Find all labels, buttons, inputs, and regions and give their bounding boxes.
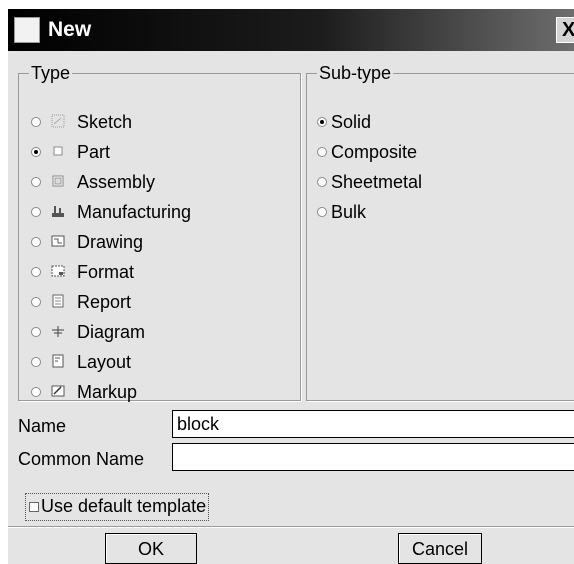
title-bar[interactable]: New X: [8, 9, 574, 51]
common-name-input[interactable]: [172, 443, 574, 471]
sketch-icon: [51, 114, 65, 128]
radio-button[interactable]: [31, 297, 41, 307]
checkbox-box[interactable]: [29, 502, 39, 512]
subtype-option-label: Bulk: [331, 202, 367, 222]
use-default-template-checkbox[interactable]: Use default template: [25, 493, 210, 521]
subtype-legend: Sub-type: [319, 63, 392, 83]
radio-button[interactable]: [31, 387, 41, 397]
diagram-icon: [51, 324, 65, 338]
type-option-label: Markup: [77, 382, 138, 402]
type-legend: Type: [31, 63, 71, 83]
format-icon: [51, 264, 65, 278]
type-option-label: Assembly: [77, 172, 156, 192]
radio-button[interactable]: [317, 177, 327, 187]
radio-button[interactable]: [31, 177, 41, 187]
ok-button[interactable]: OK: [105, 533, 197, 564]
type-option-label: Manufacturing: [77, 202, 192, 222]
type-option-label: Layout: [77, 352, 132, 372]
dialog-title: New: [48, 18, 92, 41]
radio-button[interactable]: [31, 327, 41, 337]
close-button[interactable]: X: [556, 17, 574, 43]
layout-icon: [51, 354, 65, 368]
type-option-label: Sketch: [77, 112, 133, 132]
drawing-icon: [51, 234, 65, 248]
markup-icon: [51, 384, 65, 398]
subtype-option-label: Composite: [331, 142, 418, 162]
type-option-label: Drawing: [77, 232, 144, 252]
name-label: Name: [18, 416, 67, 436]
assembly-icon: [51, 174, 65, 188]
type-option-label: Part: [77, 142, 111, 162]
radio-button[interactable]: [317, 207, 327, 217]
subtype-group: Sub-type Solid Composite Sheetmetal Bulk: [306, 63, 574, 401]
radio-button[interactable]: [317, 147, 327, 157]
subtype-option-label: Solid: [331, 112, 372, 132]
name-input[interactable]: [172, 410, 574, 438]
subtype-option-label: Sheetmetal: [331, 172, 423, 192]
radio-button[interactable]: [31, 267, 41, 277]
common-name-label: Common Name: [18, 449, 145, 469]
radio-button[interactable]: [31, 237, 41, 247]
manufacturing-icon: [51, 204, 65, 218]
type-option-label: Report: [77, 292, 132, 312]
cancel-button[interactable]: Cancel: [398, 533, 482, 564]
type-option-label: Diagram: [77, 322, 146, 342]
part-icon: [51, 144, 65, 158]
radio-button[interactable]: [31, 117, 41, 127]
radio-button[interactable]: [31, 147, 41, 157]
window-icon: [14, 17, 40, 43]
type-option-label: Format: [77, 262, 135, 282]
radio-button[interactable]: [31, 357, 41, 367]
radio-button[interactable]: [31, 207, 41, 217]
new-dialog: New X Type Sketch Part Assembly: [7, 8, 574, 564]
radio-button[interactable]: [317, 117, 327, 127]
type-group: Type Sketch Part Assembly Manufacturing …: [18, 63, 301, 402]
report-icon: [51, 294, 65, 308]
button-separator: [8, 526, 574, 528]
use-default-template-label: Use default template: [41, 496, 207, 516]
